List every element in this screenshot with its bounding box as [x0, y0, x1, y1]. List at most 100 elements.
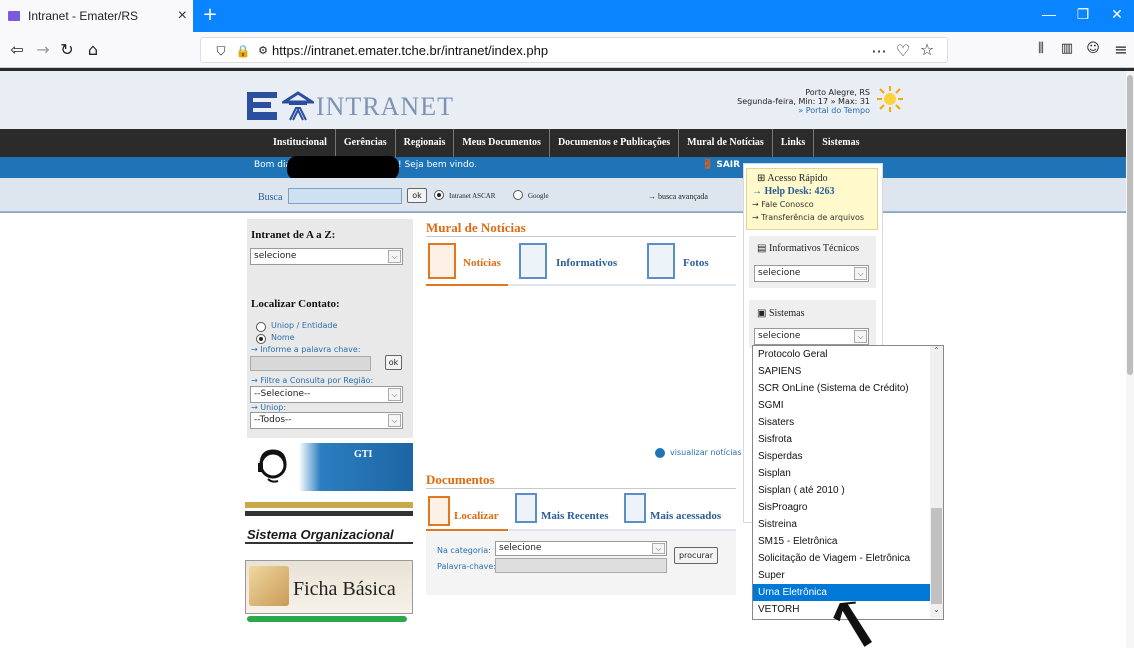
menu-item-sistemas[interactable]: Sistemas — [814, 129, 867, 157]
tab-noticias[interactable]: Notícias — [463, 257, 501, 269]
dropdown-option[interactable]: Sisplan — [753, 465, 931, 482]
menu-item-gerencias[interactable]: Gerências — [336, 129, 396, 157]
az-select[interactable]: selecione ⌵ — [250, 248, 403, 265]
file-transfer-link[interactable]: → Transferência de arquivos — [752, 213, 864, 222]
headset-icon — [258, 449, 287, 483]
chevron-down-icon: ⌵ — [388, 388, 401, 401]
menu-item-institucional[interactable]: Institucional — [265, 129, 336, 157]
library-icon[interactable]: ⫼ — [1030, 41, 1052, 56]
dropdown-option[interactable]: Protocolo Geral — [753, 346, 931, 363]
forward-icon[interactable]: → — [32, 40, 54, 59]
chevron-down-icon: ⌵ — [854, 267, 867, 280]
dropdown-scrollbar-thumb[interactable] — [931, 508, 942, 604]
divider — [426, 236, 736, 237]
page-actions-icon[interactable]: ··· — [868, 42, 890, 61]
view-news-link[interactable]: visualizar notícias — [670, 448, 742, 457]
sidebar-icon[interactable]: ▥ — [1056, 41, 1078, 56]
tab-fotos[interactable]: Fotos — [683, 257, 709, 269]
tab-mais-recentes[interactable]: Mais Recentes — [541, 510, 609, 522]
logout-button[interactable]: 🚪 SAIR — [702, 160, 740, 170]
radio-intranet-ascar[interactable] — [434, 190, 444, 200]
hand-writing-icon — [249, 566, 289, 606]
tab-informativos[interactable]: Informativos — [556, 257, 617, 269]
minimize-icon[interactable]: — — [1034, 6, 1064, 22]
dropdown-option[interactable]: Sisfrota — [753, 431, 931, 448]
browser-tab[interactable]: Intranet - Emater/RS × — [0, 0, 193, 32]
region-select[interactable]: --Selecione-- ⌵ — [250, 386, 403, 403]
reload-icon[interactable]: ↻ — [56, 40, 78, 59]
search-documents-button[interactable]: procurar — [674, 547, 718, 564]
systems-select[interactable]: selecione ⌵ — [754, 328, 869, 345]
advanced-search-link[interactable]: → busca avançada — [648, 192, 708, 201]
menu-icon[interactable]: ≡ — [1110, 40, 1132, 59]
menu-item-meus-documentos[interactable]: Meus Documentos — [454, 129, 550, 157]
lock-warning-icon[interactable]: 🔒 — [232, 44, 254, 58]
back-icon[interactable]: ⇦ — [6, 40, 28, 59]
account-icon[interactable]: ☺ — [1082, 41, 1104, 56]
restore-icon[interactable]: ❐ — [1068, 6, 1098, 23]
permissions-icon[interactable]: ⚙ — [252, 44, 274, 57]
window-close-icon[interactable]: ✕ — [1102, 6, 1132, 23]
scroll-down-icon[interactable]: ⌄ — [931, 605, 942, 614]
ficha-basica-label: Ficha Básica — [293, 578, 396, 600]
search-ok-button[interactable]: ok — [407, 188, 427, 203]
search-strip — [0, 178, 1134, 212]
contact-link[interactable]: → Fale Conosco — [752, 200, 814, 209]
dropdown-option[interactable]: Sisperdas — [753, 448, 931, 465]
az-title: Intranet de A a Z: — [251, 229, 336, 241]
dropdown-option[interactable]: SAPIENS — [753, 363, 931, 380]
technical-info-title: ▤ Informativos Técnicos — [757, 243, 859, 254]
photo-icon[interactable] — [647, 243, 675, 279]
dropdown-option[interactable]: SM15 - Eletrônica — [753, 533, 931, 550]
tab-localizar[interactable]: Localizar — [454, 510, 499, 522]
dropdown-option[interactable]: Solicitação de Viagem - Eletrônica — [753, 550, 931, 567]
dropdown-option[interactable]: SisProagro — [753, 499, 931, 516]
search-doc-icon[interactable] — [428, 496, 450, 526]
banner-stripe — [245, 542, 413, 544]
weather-portal-link[interactable]: » Portal do Tempo — [700, 106, 870, 115]
sistema-organizacional-banner[interactable] — [245, 502, 413, 550]
shield-icon[interactable]: ⛉ — [210, 44, 232, 59]
dropdown-option[interactable]: SCR OnLine (Sistema de Crédito) — [753, 380, 931, 397]
tab-mais-acessados[interactable]: Mais acessados — [650, 510, 721, 522]
helpdesk-link[interactable]: → Help Desk: 4263 — [752, 186, 835, 197]
contact-keyword-input[interactable] — [250, 356, 371, 371]
green-banner[interactable] — [247, 616, 407, 622]
radio-uniop[interactable] — [256, 322, 266, 332]
dropdown-option[interactable]: Super — [753, 567, 931, 584]
radio-nome[interactable] — [256, 334, 266, 344]
banner-stripe — [245, 511, 413, 516]
new-tab-button[interactable]: + — [200, 4, 220, 26]
menu-item-regionais[interactable]: Regionais — [396, 129, 455, 157]
category-select[interactable]: selecione ⌵ — [495, 541, 667, 556]
uniop-select[interactable]: --Todos-- ⌵ — [250, 412, 403, 429]
uniop-filter-label: → Uniop: — [251, 403, 287, 412]
pocket-icon[interactable]: ♡ — [892, 41, 914, 60]
url-text[interactable]: https://intranet.emater.tche.br/intranet… — [272, 43, 548, 58]
contact-ok-button[interactable]: ok — [385, 355, 402, 370]
document-icon[interactable] — [519, 243, 547, 279]
dropdown-option[interactable]: Sisplan ( até 2010 ) — [753, 482, 931, 499]
dropdown-option[interactable]: Sistreina — [753, 516, 931, 533]
recent-doc-icon[interactable] — [515, 493, 537, 523]
home-icon[interactable]: ⌂ — [82, 40, 104, 59]
search-input[interactable] — [288, 188, 402, 204]
bookmark-star-icon[interactable]: ☆ — [916, 40, 938, 59]
document-keyword-input[interactable] — [495, 558, 667, 573]
active-tab-indicator — [426, 284, 508, 286]
dropdown-option-selected[interactable]: Urna Eletrônica — [753, 584, 931, 601]
menu-item-mural-noticias[interactable]: Mural de Notícias — [679, 129, 773, 157]
tab-close-icon[interactable]: × — [178, 7, 187, 25]
newspaper-icon[interactable] — [428, 243, 456, 279]
technical-info-select[interactable]: selecione ⌵ — [754, 265, 869, 282]
page-scrollbar-thumb[interactable] — [1127, 75, 1133, 375]
dropdown-option[interactable]: Sisaters — [753, 414, 931, 431]
intranet-logo-text: INTRANET — [316, 92, 454, 121]
radio-google[interactable] — [513, 190, 523, 200]
menu-item-documentos-publicacoes[interactable]: Documentos e Publicações — [550, 129, 680, 157]
dropdown-option[interactable]: SGMI — [753, 397, 931, 414]
scroll-up-icon[interactable]: ⌃ — [931, 346, 942, 355]
popular-doc-icon[interactable] — [624, 493, 646, 523]
systems-dropdown-list[interactable]: Protocolo Geral SAPIENS SCR OnLine (Sist… — [752, 345, 944, 620]
menu-item-links[interactable]: Links — [773, 129, 815, 157]
